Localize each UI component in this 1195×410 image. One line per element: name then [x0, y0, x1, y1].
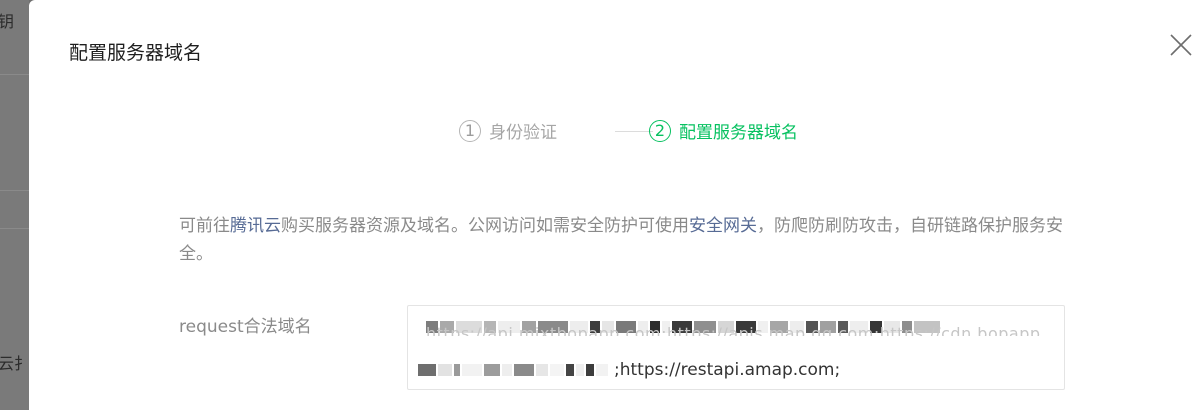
pixelation-block	[418, 364, 436, 376]
request-domain-label: request合法域名	[179, 317, 312, 337]
pixelation-block	[576, 364, 584, 376]
pixelation-block	[438, 364, 452, 376]
request-domain-field[interactable]: https://api.mixtbopapp.com;https://apis.…	[407, 305, 1065, 390]
description-part: 购买服务器资源及域名。公网访问如需安全防护可使用	[281, 216, 689, 236]
background-text-top: 钥	[0, 12, 15, 31]
step-configure-domain: 2 配置服务器域名	[649, 118, 798, 143]
pixelation-block	[484, 364, 500, 376]
configure-domain-dialog: 配置服务器域名 1 身份验证 2 配置服务器域名 可前往腾讯云购买服务器资源及域…	[29, 0, 1195, 410]
step-label: 身份验证	[489, 123, 557, 143]
background-text-bottom: 云扌	[0, 354, 29, 373]
background-divider	[0, 74, 29, 75]
redacted-domain-line: https://api.mixtbopapp.com;https://apis.…	[426, 316, 1046, 336]
domain-value: ;https://restapi.amap.com;	[614, 360, 841, 380]
domain-line: ;https://restapi.amap.com;	[418, 358, 840, 382]
pixelation-block	[550, 364, 564, 376]
description-part: 可前往	[179, 216, 230, 236]
close-icon[interactable]	[1167, 31, 1195, 59]
step-number: 1	[459, 119, 481, 142]
pixelation-block	[596, 364, 608, 376]
step-identity-verification: 1 身份验证	[459, 118, 557, 143]
redacted-ghost-text: https://api.mixtbopapp.com;https://apis.…	[426, 324, 1046, 336]
background-page: 钥 云扌	[0, 0, 29, 410]
pixelation-block	[586, 364, 594, 376]
step-label: 配置服务器域名	[679, 123, 798, 143]
tencent-cloud-link[interactable]: 腾讯云	[230, 216, 281, 236]
pixelation-block	[514, 364, 534, 376]
background-divider	[0, 190, 29, 191]
dialog-title: 配置服务器域名	[69, 42, 203, 64]
pixelation-block	[566, 364, 574, 376]
step-divider	[615, 131, 653, 132]
security-gateway-link[interactable]: 安全网关	[689, 216, 757, 236]
step-number: 2	[649, 119, 671, 142]
background-divider	[0, 228, 29, 229]
pixelation-block	[536, 364, 548, 376]
description-text: 可前往腾讯云购买服务器资源及域名。公网访问如需安全防护可使用安全网关，防爬防刷防…	[179, 212, 1079, 268]
pixelation-block	[454, 364, 460, 376]
pixelation-block	[502, 364, 512, 376]
pixelation-block	[462, 364, 482, 376]
